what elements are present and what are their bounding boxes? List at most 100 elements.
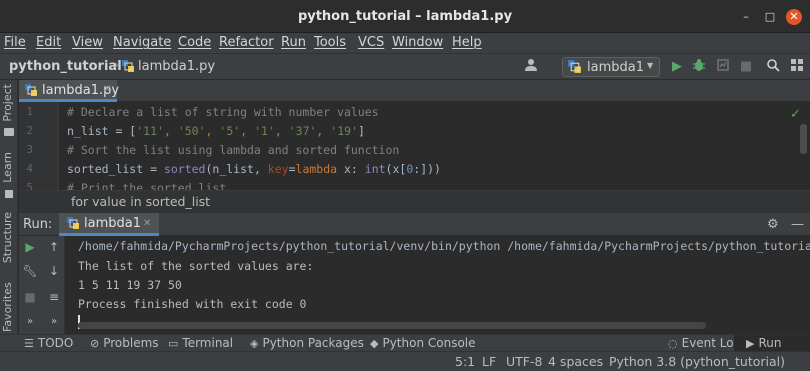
code-line: # Declare a list of string with number v…: [67, 105, 379, 119]
menu-run[interactable]: Run: [281, 35, 306, 50]
learn-icon: [5, 190, 13, 198]
run-label: Run:: [23, 217, 53, 232]
arrow-up-icon[interactable]: ↑: [45, 238, 63, 256]
caret-position[interactable]: 5:1: [455, 354, 475, 369]
warning-icon: ⊘: [90, 337, 100, 350]
tool-python-console-label: Python Console: [382, 336, 476, 350]
line-ending[interactable]: LF: [482, 354, 496, 369]
run-icon: ▶: [746, 337, 755, 350]
file-encoding[interactable]: UTF-8: [506, 354, 542, 369]
tool-run-active[interactable]: ▶ Run: [734, 335, 810, 352]
package-icon: ◈: [250, 337, 259, 350]
line-number: 3: [26, 143, 33, 156]
close-icon[interactable]: ✕: [103, 84, 111, 95]
run-tool-header: Run: lambda1 ✕ ⚙ —: [19, 212, 810, 236]
menu-edit[interactable]: Edit: [36, 35, 61, 50]
close-window-button[interactable]: ✕: [786, 9, 802, 25]
menu-refactor[interactable]: Refactor: [219, 35, 274, 50]
tool-window-project[interactable]: Project: [1, 84, 14, 122]
run-configuration-label: lambda1: [587, 60, 644, 75]
editor-breadcrumb-label: for value in sorted_list: [71, 194, 211, 209]
tool-event-log-label: Event Log: [681, 336, 742, 350]
tool-event-log[interactable]: ◌ Event Log: [668, 335, 741, 352]
arrow-down-icon[interactable]: ↓: [45, 262, 63, 280]
editor-breadcrumb[interactable]: for value in sorted_list: [19, 190, 810, 212]
tool-window-favorites[interactable]: Favorites: [1, 280, 14, 332]
editor-tab-bar: lambda1.py ✕: [19, 80, 810, 102]
breadcrumb-project[interactable]: python_tutorial: [9, 59, 122, 74]
run-side-toolbar: ▶ ↑ 🔧︎ ↓ ■ ≡ » »: [19, 236, 65, 334]
stop-icon[interactable]: ■: [737, 58, 755, 76]
indent-setting[interactable]: 4 spaces: [548, 354, 603, 369]
run-tab[interactable]: lambda1 ✕: [59, 213, 159, 236]
console-horizontal-scrollbar[interactable]: [78, 322, 706, 329]
tool-run: ▶ Run: [746, 335, 781, 352]
event-log-icon: ◌: [668, 337, 678, 350]
user-icon[interactable]: [522, 58, 540, 76]
line-number: 4: [26, 162, 33, 175]
console-line: The list of the sorted values are:: [78, 259, 314, 273]
console-line: 1 5 11 19 37 50: [78, 278, 182, 292]
list-icon: ☰: [24, 337, 34, 350]
tool-todo-label: TODO: [37, 336, 74, 350]
minimize-button[interactable]: –: [738, 9, 754, 25]
console-line: /home/fahmida/PycharmProjects/python_tut…: [78, 239, 810, 253]
maximize-button[interactable]: □: [762, 9, 778, 25]
python-file-icon: [67, 217, 80, 233]
left-tool-strip: Project Learn Structure Favorites: [0, 80, 18, 334]
run-configuration-select[interactable]: lambda1 ▼: [562, 57, 660, 77]
window-title-bar: python_tutorial – lambda1.py – □ ✕: [0, 0, 810, 33]
chevron-down-icon: ▼: [647, 61, 654, 70]
console-line: Process finished with exit code 0: [78, 297, 307, 311]
tool-window-learn[interactable]: Learn: [1, 152, 14, 183]
more-icon[interactable]: »: [45, 313, 63, 331]
menu-code[interactable]: Code: [178, 35, 211, 50]
tool-python-packages[interactable]: ◈ Python Packages: [250, 335, 364, 352]
code-line: n_list = ['11', '50', '5', '1', '37', '1…: [67, 124, 365, 138]
menu-window[interactable]: Window: [392, 35, 443, 50]
breadcrumb-file[interactable]: lambda1.py: [138, 59, 215, 74]
updates-icon[interactable]: [788, 58, 806, 76]
menu-file[interactable]: File: [4, 35, 26, 50]
check-icon: ✓: [790, 107, 801, 122]
chevron-right-icon: ›: [114, 58, 120, 73]
tool-run-label: Run: [758, 336, 782, 350]
search-icon[interactable]: [764, 58, 782, 76]
python-file-icon: [25, 84, 38, 100]
terminal-icon: ▭: [168, 337, 179, 350]
more-icon[interactable]: »: [21, 313, 39, 331]
soft-wrap-icon[interactable]: ≡: [45, 288, 63, 306]
debug-icon[interactable]: [690, 58, 708, 76]
close-icon[interactable]: ✕: [143, 218, 151, 229]
editor-scrollbar[interactable]: [800, 124, 807, 154]
tool-problems[interactable]: ⊘ Problems: [90, 335, 159, 352]
run-console[interactable]: /home/fahmida/PycharmProjects/python_tut…: [66, 236, 810, 334]
stop-icon[interactable]: ■: [21, 288, 39, 306]
menu-help[interactable]: Help: [452, 35, 482, 50]
rerun-icon[interactable]: ▶: [21, 238, 39, 256]
python-file-icon: [122, 60, 135, 76]
status-bar: 5:1 LF UTF-8 4 spaces Python 3.8 (python…: [0, 351, 810, 371]
tool-window-structure[interactable]: Structure: [1, 212, 14, 263]
wrench-icon[interactable]: 🔧︎: [21, 262, 39, 280]
profile-icon[interactable]: [714, 58, 732, 76]
menu-view[interactable]: View: [72, 35, 103, 50]
tool-terminal[interactable]: ▭ Terminal: [168, 335, 233, 352]
folder-icon: [4, 128, 14, 136]
tool-python-console[interactable]: ◆ Python Console: [370, 335, 476, 352]
window-title: python_tutorial – lambda1.py: [297, 9, 513, 24]
bottom-tool-bar: ☰ TODO ⊘ Problems ▭ Terminal ◈ Python Packag…: [0, 334, 810, 352]
menu-vcs[interactable]: VCS: [358, 35, 384, 50]
code-line: sorted_list = sorted(n_list, key=lambda …: [67, 162, 441, 176]
menu-navigate[interactable]: Navigate: [113, 35, 171, 50]
python-interpreter[interactable]: Python 3.8 (python_tutorial): [609, 354, 785, 369]
run-icon[interactable]: ▶: [668, 58, 686, 76]
navigation-bar: python_tutorial › lambda1.py lambda1 ▼ ▶…: [0, 53, 810, 80]
tool-python-packages-label: Python Packages: [262, 336, 364, 350]
editor-tab[interactable]: lambda1.py ✕: [19, 80, 119, 102]
menu-tools[interactable]: Tools: [314, 35, 346, 50]
gear-icon[interactable]: ⚙: [767, 217, 779, 232]
minimize-panel-icon[interactable]: —: [791, 217, 804, 232]
code-line: # Sort the list using lambda and sorted …: [67, 143, 400, 157]
tool-todo[interactable]: ☰ TODO: [24, 335, 73, 352]
